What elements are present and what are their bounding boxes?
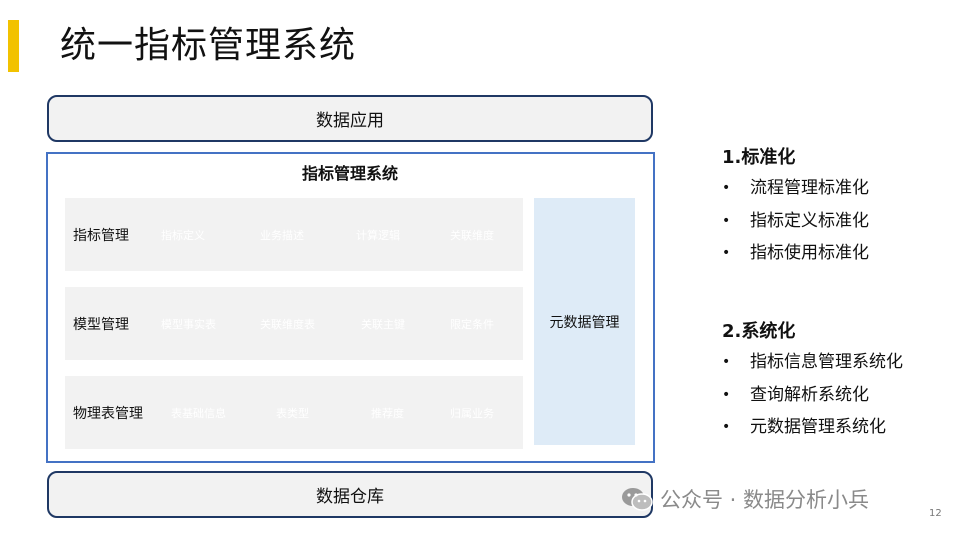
row-item: 计算逻辑 bbox=[356, 228, 400, 242]
list-item: • 查询解析系统化 bbox=[722, 383, 903, 416]
bullet-icon: • bbox=[722, 386, 731, 403]
data-application-layer: 数据应用 bbox=[47, 95, 653, 142]
list-item: • 指标定义标准化 bbox=[722, 209, 869, 242]
standardization-list: • 流程管理标准化 • 指标定义标准化 • 指标使用标准化 bbox=[722, 176, 869, 274]
row-item: 业务描述 bbox=[260, 228, 304, 242]
systematization-list: • 指标信息管理系统化 • 查询解析系统化 • 元数据管理系统化 bbox=[722, 350, 903, 448]
row-item: 指标定义 bbox=[161, 228, 205, 242]
list-item-text: 查询解析系统化 bbox=[750, 384, 869, 405]
list-item-text: 流程管理标准化 bbox=[750, 178, 869, 198]
bullet-icon: • bbox=[722, 180, 731, 196]
page-number: 12 bbox=[929, 508, 942, 519]
list-item: • 指标信息管理系统化 bbox=[722, 350, 903, 383]
watermark-text: 公众号 · 数据分析小兵 bbox=[660, 488, 870, 512]
row-item: 关联维度 bbox=[450, 228, 494, 242]
row-item: 模型事实表 bbox=[161, 317, 216, 331]
section-heading-systematization: 2.系统化 bbox=[722, 321, 796, 342]
bullet-icon: • bbox=[722, 419, 731, 435]
bullet-icon: • bbox=[722, 245, 731, 261]
metadata-management-box: 元数据管理 bbox=[534, 198, 635, 445]
row-label: 模型管理 bbox=[73, 316, 129, 333]
list-item: • 元数据管理系统化 bbox=[722, 415, 903, 448]
row-item: 表基础信息 bbox=[171, 406, 226, 420]
list-item-text: 指标信息管理系统化 bbox=[750, 352, 903, 372]
row-item: 关联主键 bbox=[361, 317, 405, 331]
row-model-management: 模型管理 模型事实表 关联维度表 关联主键 限定条件 bbox=[65, 287, 523, 360]
row-physical-table-management: 物理表管理 表基础信息 表类型 推荐度 归属业务 bbox=[65, 376, 523, 449]
list-item-text: 指标使用标准化 bbox=[750, 243, 869, 263]
row-label: 指标管理 bbox=[73, 227, 129, 244]
section-heading-standardization: 1.标准化 bbox=[722, 147, 796, 168]
wechat-icon bbox=[622, 488, 653, 511]
row-indicator-management: 指标管理 指标定义 业务描述 计算逻辑 关联维度 bbox=[65, 198, 523, 271]
row-item: 归属业务 bbox=[450, 406, 494, 420]
list-item-text: 元数据管理系统化 bbox=[750, 417, 886, 437]
bullet-icon: • bbox=[722, 354, 731, 370]
row-item: 关联维度表 bbox=[260, 317, 315, 331]
data-warehouse-layer: 数据仓库 bbox=[47, 471, 653, 518]
row-item: 表类型 bbox=[276, 406, 309, 420]
row-item: 限定条件 bbox=[450, 317, 494, 331]
list-item: • 流程管理标准化 bbox=[722, 176, 869, 209]
row-item: 推荐度 bbox=[371, 406, 404, 420]
bullet-icon: • bbox=[722, 212, 731, 229]
list-item-text: 指标定义标准化 bbox=[750, 210, 869, 231]
system-title: 指标管理系统 bbox=[301, 164, 398, 183]
slide-title: 统一指标管理系统 bbox=[60, 25, 357, 66]
row-label: 物理表管理 bbox=[73, 405, 143, 422]
title-accent-bar bbox=[8, 20, 19, 72]
list-item: • 指标使用标准化 bbox=[722, 241, 869, 274]
watermark: 公众号 · 数据分析小兵 bbox=[620, 484, 869, 514]
